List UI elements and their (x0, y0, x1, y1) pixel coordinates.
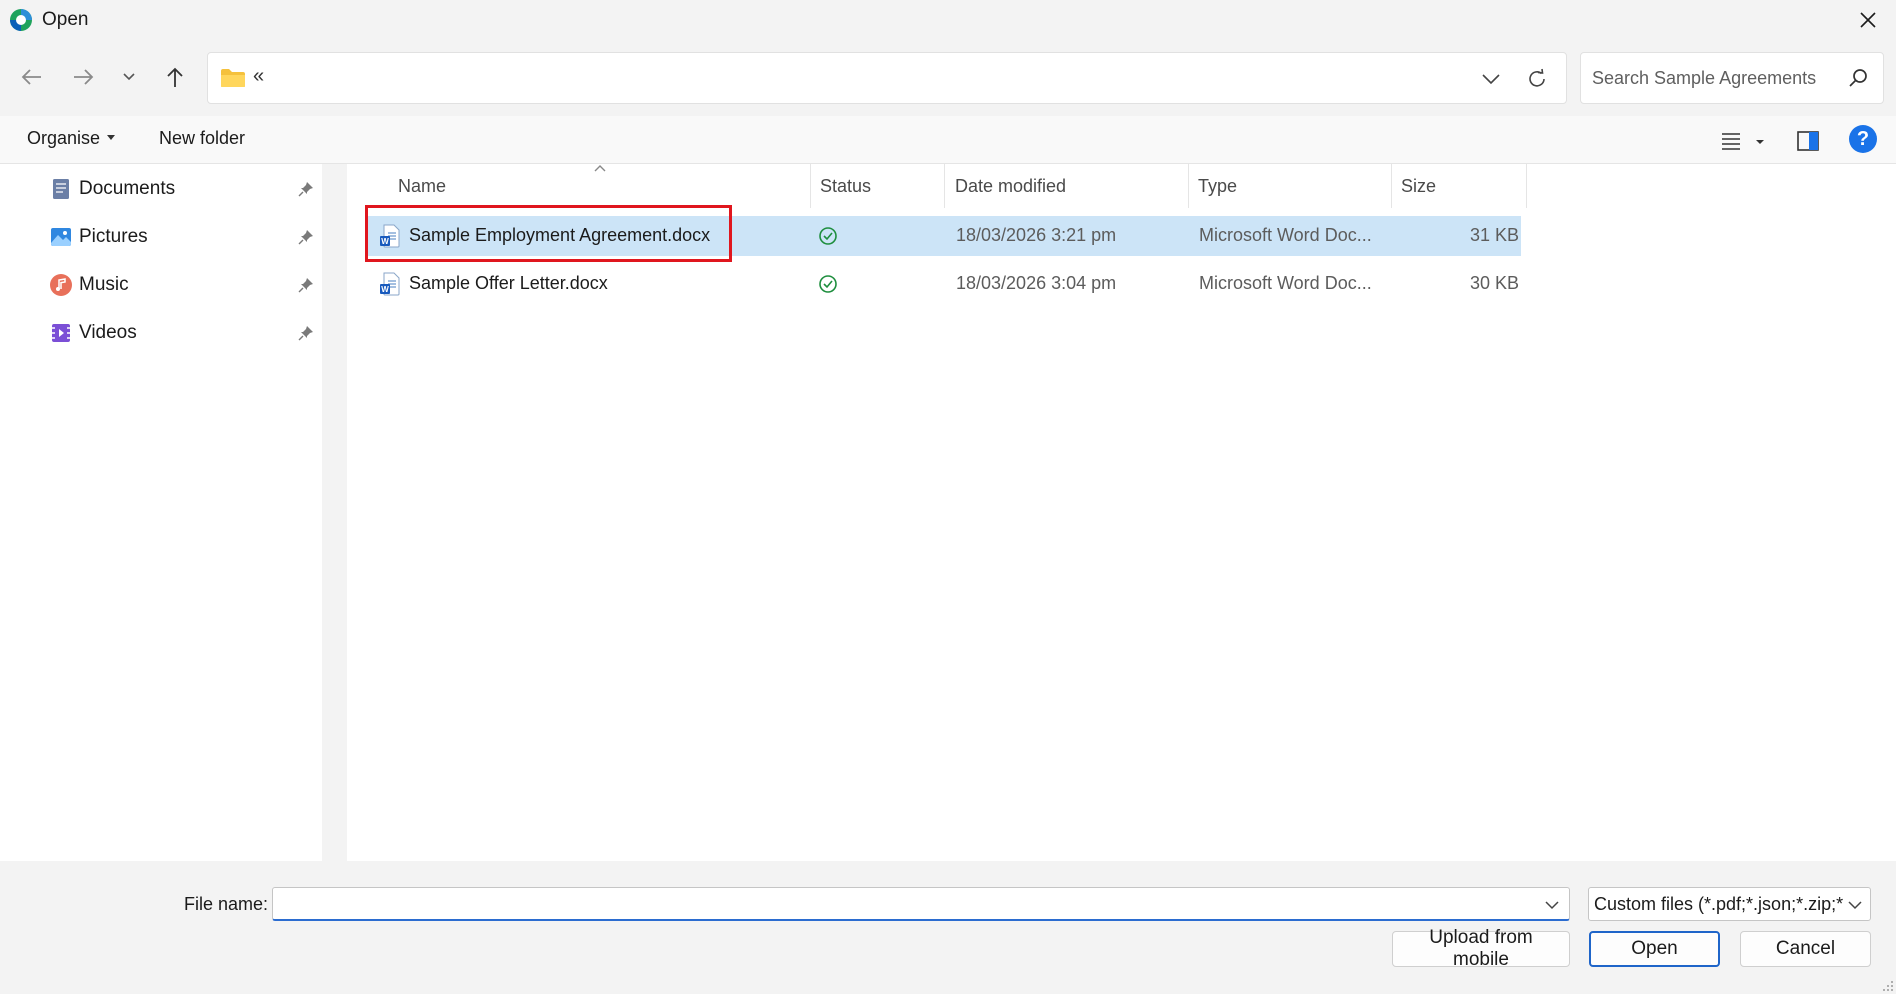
sidebar-item-pictures[interactable]: Pictures (0, 217, 322, 257)
resize-grip-icon[interactable] (1882, 980, 1894, 992)
open-button[interactable]: Open (1589, 931, 1720, 967)
pin-icon (298, 278, 313, 293)
cancel-button[interactable]: Cancel (1740, 931, 1871, 967)
breadcrumb-overflow[interactable]: « (253, 65, 264, 88)
file-size: 30 KB (1470, 273, 1520, 293)
chevron-down-icon (1846, 896, 1864, 914)
pin-icon (298, 182, 313, 197)
videos-icon (52, 324, 70, 342)
search-icon[interactable] (1847, 67, 1869, 89)
file-date-modified: 18/03/2026 3:04 pm (956, 273, 1117, 293)
arrow-left-icon (21, 69, 41, 85)
file-type-filter-value: Custom files (*.pdf;*.json;*.zip;* (1594, 894, 1844, 914)
upload-from-mobile-button[interactable]: Upload from mobile (1392, 927, 1570, 970)
file-name-input[interactable] (272, 887, 1570, 921)
forward-button[interactable] (68, 62, 98, 92)
column-divider[interactable] (944, 164, 945, 208)
column-header-date-modified[interactable]: Date modified (946, 164, 1188, 208)
arrow-up-icon (167, 67, 183, 87)
file-name: Sample Employment Agreement.docx (409, 225, 711, 245)
organise-label: Organise (27, 128, 101, 148)
sidebar-item-label: Music (79, 274, 129, 295)
close-button[interactable] (1840, 0, 1896, 40)
word-document-icon: W (380, 224, 400, 248)
organise-menu-button[interactable]: Organise (27, 128, 116, 149)
command-toolbar: Organise New folder (0, 116, 1896, 164)
chevron-down-icon[interactable] (1541, 895, 1563, 915)
chevron-down-icon (123, 73, 135, 81)
pin-icon (298, 326, 313, 341)
view-options-button[interactable] (1716, 128, 1768, 154)
arrow-right-icon (74, 69, 94, 85)
preview-pane-icon (1797, 131, 1819, 151)
up-button[interactable] (160, 62, 190, 92)
help-button[interactable]: ? (1849, 125, 1877, 153)
refresh-button[interactable] (1522, 64, 1552, 94)
pin-icon (298, 230, 313, 245)
sidebar-item-music[interactable]: Music (0, 265, 322, 305)
column-divider[interactable] (1526, 164, 1527, 208)
edge-browser-icon (10, 9, 32, 31)
file-type-filter-select[interactable]: Custom files (*.pdf;*.json;*.zip;* (1588, 887, 1871, 921)
recent-locations-button[interactable] (114, 62, 144, 92)
sidebar-item-documents[interactable]: Documents (0, 169, 322, 209)
sync-status-ok-icon (819, 275, 837, 293)
close-icon (1860, 12, 1876, 28)
address-history-dropdown[interactable] (1476, 65, 1506, 93)
file-row[interactable]: W Sample Offer Letter.docx 18/03/2026 3:… (365, 264, 1521, 304)
folder-icon (221, 69, 245, 87)
back-button[interactable] (17, 62, 47, 92)
file-date-modified: 18/03/2026 3:21 pm (956, 225, 1117, 245)
documents-icon (53, 179, 69, 199)
pane-splitter[interactable] (322, 164, 347, 861)
sidebar-item-label: Videos (79, 322, 137, 343)
sidebar-item-label: Pictures (79, 226, 148, 247)
file-row[interactable]: W Sample Employment Agreement.docx 18/03… (365, 216, 1521, 256)
caret-down-icon (107, 134, 116, 140)
file-type: Microsoft Word Doc... (1199, 273, 1372, 293)
search-input[interactable]: Search Sample Agreements (1580, 52, 1884, 104)
search-placeholder: Search Sample Agreements (1592, 68, 1817, 88)
column-header-status[interactable]: Status (811, 164, 944, 208)
word-document-icon: W (380, 272, 400, 296)
sync-status-ok-icon (819, 227, 837, 245)
file-size: 31 KB (1470, 225, 1520, 245)
address-bar[interactable]: « (207, 52, 1567, 104)
title-bar: Open (0, 0, 1896, 40)
navigation-pane: Documents Pictures Music Videos (0, 164, 322, 861)
file-name-label: File name: (184, 894, 269, 914)
sort-ascending-icon (594, 165, 606, 172)
chevron-down-icon (1482, 74, 1500, 85)
sidebar-item-label: Documents (79, 178, 176, 199)
column-header-type[interactable]: Type (1189, 164, 1391, 208)
dialog-footer: File name: Custom files (*.pdf;*.json;*.… (0, 861, 1896, 994)
refresh-icon (1529, 68, 1545, 87)
file-name: Sample Offer Letter.docx (409, 273, 608, 293)
svg-text:W: W (381, 285, 389, 294)
pictures-icon (51, 228, 71, 246)
file-type: Microsoft Word Doc... (1199, 225, 1372, 245)
window-title: Open (42, 9, 89, 30)
preview-pane-button[interactable] (1794, 127, 1822, 155)
column-header-size[interactable]: Size (1392, 164, 1524, 208)
svg-text:W: W (381, 237, 389, 246)
list-view-icon (1722, 133, 1764, 150)
music-icon (50, 274, 72, 296)
new-folder-button[interactable]: New folder (159, 128, 245, 149)
sidebar-item-videos[interactable]: Videos (0, 313, 322, 353)
